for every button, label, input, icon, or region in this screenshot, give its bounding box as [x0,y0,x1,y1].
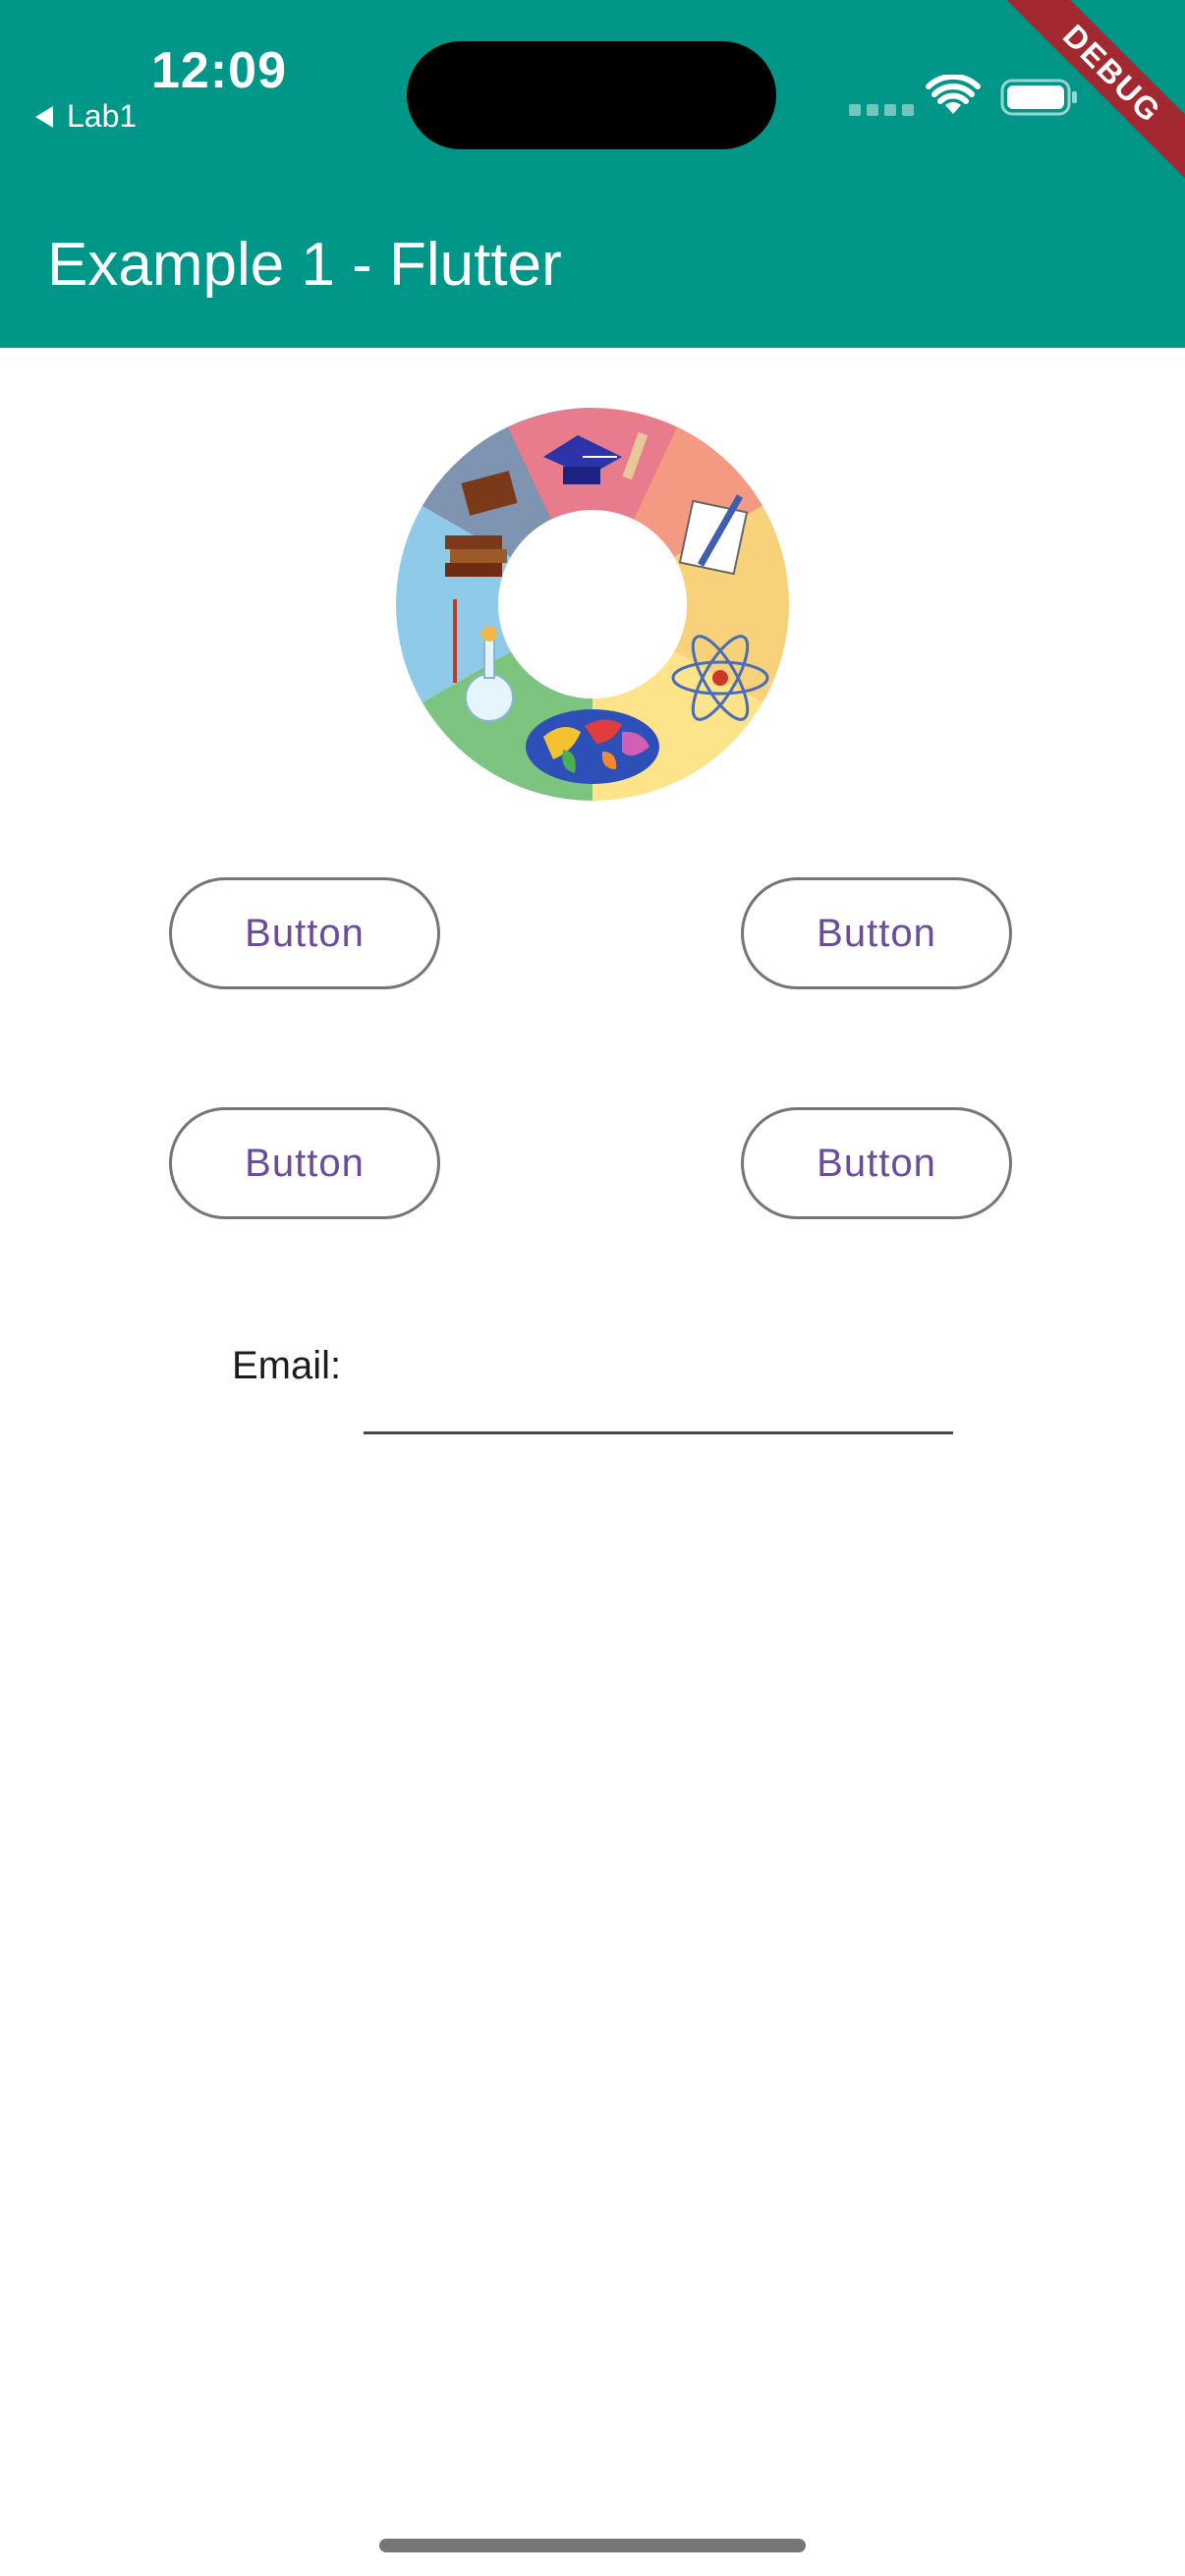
button-1[interactable]: Button [169,877,440,989]
education-logo-icon [396,408,789,801]
debug-banner: DEBUG [988,0,1185,196]
cellular-signal-icon [849,104,914,116]
back-app-label: Lab1 [67,98,138,134]
app-title: Example 1 - Flutter [47,231,562,299]
button-3[interactable]: Button [169,1107,440,1219]
button-4[interactable]: Button [741,1107,1012,1219]
debug-banner-label: DEBUG [991,0,1185,195]
home-indicator[interactable] [379,2539,806,2552]
dynamic-island [407,41,776,149]
back-arrow-icon [35,105,53,128]
email-label: Email: [232,1344,342,1387]
status-time: 12:09 [151,42,287,99]
wifi-icon [926,75,981,114]
email-field[interactable] [364,1326,953,1434]
button-2[interactable]: Button [741,877,1012,989]
back-to-app-button[interactable]: Lab1 [35,98,137,135]
